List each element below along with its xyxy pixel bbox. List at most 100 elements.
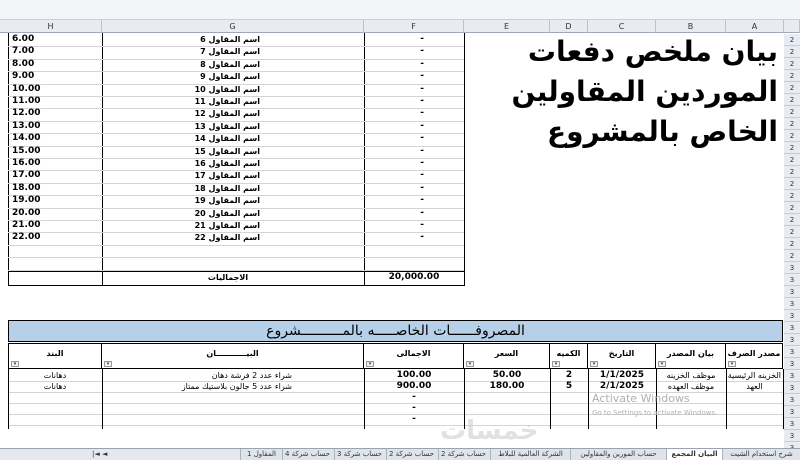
expense-date[interactable]: 1/1/2025: [590, 370, 654, 381]
filter-dropdown-icon[interactable]: ▾: [728, 361, 736, 367]
header-statement: البيـــــــــــان ▾: [102, 343, 364, 369]
row-header[interactable]: 2: [784, 214, 800, 226]
row-header[interactable]: 2: [784, 94, 800, 106]
expense-payment[interactable]: العهد: [728, 381, 781, 392]
tab-nav-buttons[interactable]: |◄ ◄: [88, 449, 111, 460]
row-header[interactable]: 2: [784, 82, 800, 94]
contractor-name: اسم المقاول 11: [194, 97, 260, 106]
contractor-amount: -: [420, 232, 424, 243]
contractor-number: 20.00: [12, 207, 41, 218]
row-header[interactable]: 2: [784, 118, 800, 130]
sheet-tab[interactable]: المقاول 1: [240, 449, 282, 460]
table-border: [783, 369, 784, 429]
sheet-tab[interactable]: حساب المورين والمقاولين: [570, 449, 666, 460]
filter-dropdown-icon[interactable]: ▾: [658, 361, 666, 367]
sheet-tab[interactable]: حساب شركة 3: [334, 449, 386, 460]
expense-qty[interactable]: 5: [552, 381, 586, 392]
row-header[interactable]: 2: [784, 106, 800, 118]
contractor-name: اسم المقاول 6: [200, 35, 260, 44]
row-divider: [8, 425, 783, 426]
row-header[interactable]: 3: [784, 286, 800, 298]
row-header[interactable]: 2: [784, 238, 800, 250]
row-header[interactable]: 3: [784, 262, 800, 274]
column-header-h[interactable]: H: [0, 20, 102, 33]
row-header[interactable]: 2: [784, 190, 800, 202]
row-header[interactable]: 3: [784, 394, 800, 406]
header-source: بيان المصدر ▾: [656, 343, 726, 369]
expense-statement[interactable]: شراء عدد 2 فرشة دهان: [104, 370, 362, 381]
contractor-number: 11.00: [12, 96, 41, 106]
row-header[interactable]: 3: [784, 430, 800, 442]
filter-dropdown-icon[interactable]: ▾: [11, 361, 19, 367]
column-header-f[interactable]: F: [364, 20, 464, 33]
header-payment: مصدر الصرف ▾: [726, 343, 783, 369]
filter-dropdown-icon[interactable]: ▾: [552, 361, 560, 367]
expense-statement[interactable]: شراء عدد 5 جالون بلاستيك ممتاز: [104, 381, 362, 392]
row-header[interactable]: 2: [784, 46, 800, 58]
expense-item[interactable]: دهانات: [10, 381, 100, 392]
row-header[interactable]: 3: [784, 418, 800, 430]
sheet-tab[interactable]: حساب شركة 2: [438, 449, 490, 460]
row-header[interactable]: 2: [784, 58, 800, 70]
filter-dropdown-icon[interactable]: ▾: [590, 361, 598, 367]
filter-dropdown-icon[interactable]: ▾: [466, 361, 474, 367]
row-header[interactable]: 3: [784, 382, 800, 394]
row-header[interactable]: 3: [784, 334, 800, 346]
row-header[interactable]: 3: [784, 370, 800, 382]
row-header[interactable]: 2: [784, 202, 800, 214]
row-header[interactable]: 2: [784, 142, 800, 154]
expense-price[interactable]: 50.00: [466, 370, 548, 381]
row-divider: [8, 257, 464, 259]
contractor-amount: -: [420, 83, 424, 94]
expense-date[interactable]: 2/1/2025: [590, 381, 654, 392]
contractor-amount: -: [420, 182, 424, 193]
row-header[interactable]: 2: [784, 250, 800, 262]
row-header[interactable]: 2: [784, 166, 800, 178]
contractor-name: اسم المقاول 17: [194, 171, 260, 181]
row-header[interactable]: 2: [784, 154, 800, 166]
row-header[interactable]: 3: [784, 406, 800, 418]
row-header[interactable]: 3: [784, 274, 800, 286]
row-header[interactable]: 2: [784, 34, 800, 46]
expense-item[interactable]: دهانات: [10, 370, 100, 381]
corner-cell[interactable]: [784, 20, 800, 33]
expenses-banner: المصروفــــــات الخاصـــــه بالمــــــــ…: [8, 320, 783, 342]
contractor-name: اسم المقاول 14: [194, 134, 260, 144]
table-border: [364, 369, 365, 429]
row-header[interactable]: 3: [784, 322, 800, 334]
sheet-tab[interactable]: الشركة العالمية للبلاط: [490, 449, 570, 460]
row-header[interactable]: 2: [784, 130, 800, 142]
sheet-title: بيان ملخص دفعات الموردين المقاولين الخاص…: [511, 35, 778, 148]
contractor-name: اسم المقاول 19: [194, 196, 260, 206]
contractor-number: 14.00: [12, 133, 41, 144]
contractor-name: اسم المقاول 10: [194, 84, 260, 94]
sheet-tab[interactable]: حساب شركة 4: [282, 449, 334, 460]
expense-total: -: [412, 392, 416, 402]
row-header[interactable]: 3: [784, 298, 800, 310]
row-header[interactable]: 2: [784, 178, 800, 190]
contractor-name: اسم المقاول 21: [194, 221, 260, 230]
sheet-tab-bar: |◄ ◄ شرح استخدام الشيت البيان المجمع حساب …: [0, 448, 800, 460]
row-header[interactable]: 2: [784, 226, 800, 238]
filter-dropdown-icon[interactable]: ▾: [104, 361, 112, 367]
row-header[interactable]: 3: [784, 346, 800, 358]
expense-price[interactable]: 180.00: [466, 381, 548, 392]
column-header-g[interactable]: G: [102, 20, 364, 33]
row-header[interactable]: 3: [784, 358, 800, 370]
contractor-amount: -: [420, 58, 424, 69]
expense-source[interactable]: موظف العهده: [658, 381, 724, 392]
sheet-tab[interactable]: شرح استخدام الشيت: [722, 449, 800, 460]
activation-subtitle: Go to Settings to activate Windows.: [592, 409, 718, 417]
sheet-tab[interactable]: البيان المجمع: [666, 449, 722, 460]
expense-payment[interactable]: الخزينه الرئيسية: [728, 370, 781, 381]
row-header[interactable]: 2: [784, 70, 800, 82]
contractor-name: اسم المقاول 13: [194, 121, 260, 131]
filter-dropdown-icon[interactable]: ▾: [366, 361, 374, 367]
expense-source[interactable]: موظف الخزينه: [658, 370, 724, 381]
expense-qty[interactable]: 2: [552, 370, 586, 381]
sheet-tab[interactable]: حساب شركة 2: [386, 449, 438, 460]
table-border: [588, 369, 589, 429]
row-header[interactable]: 3: [784, 310, 800, 322]
contractor-number: 19.00: [12, 195, 41, 206]
table-border: [8, 369, 9, 429]
